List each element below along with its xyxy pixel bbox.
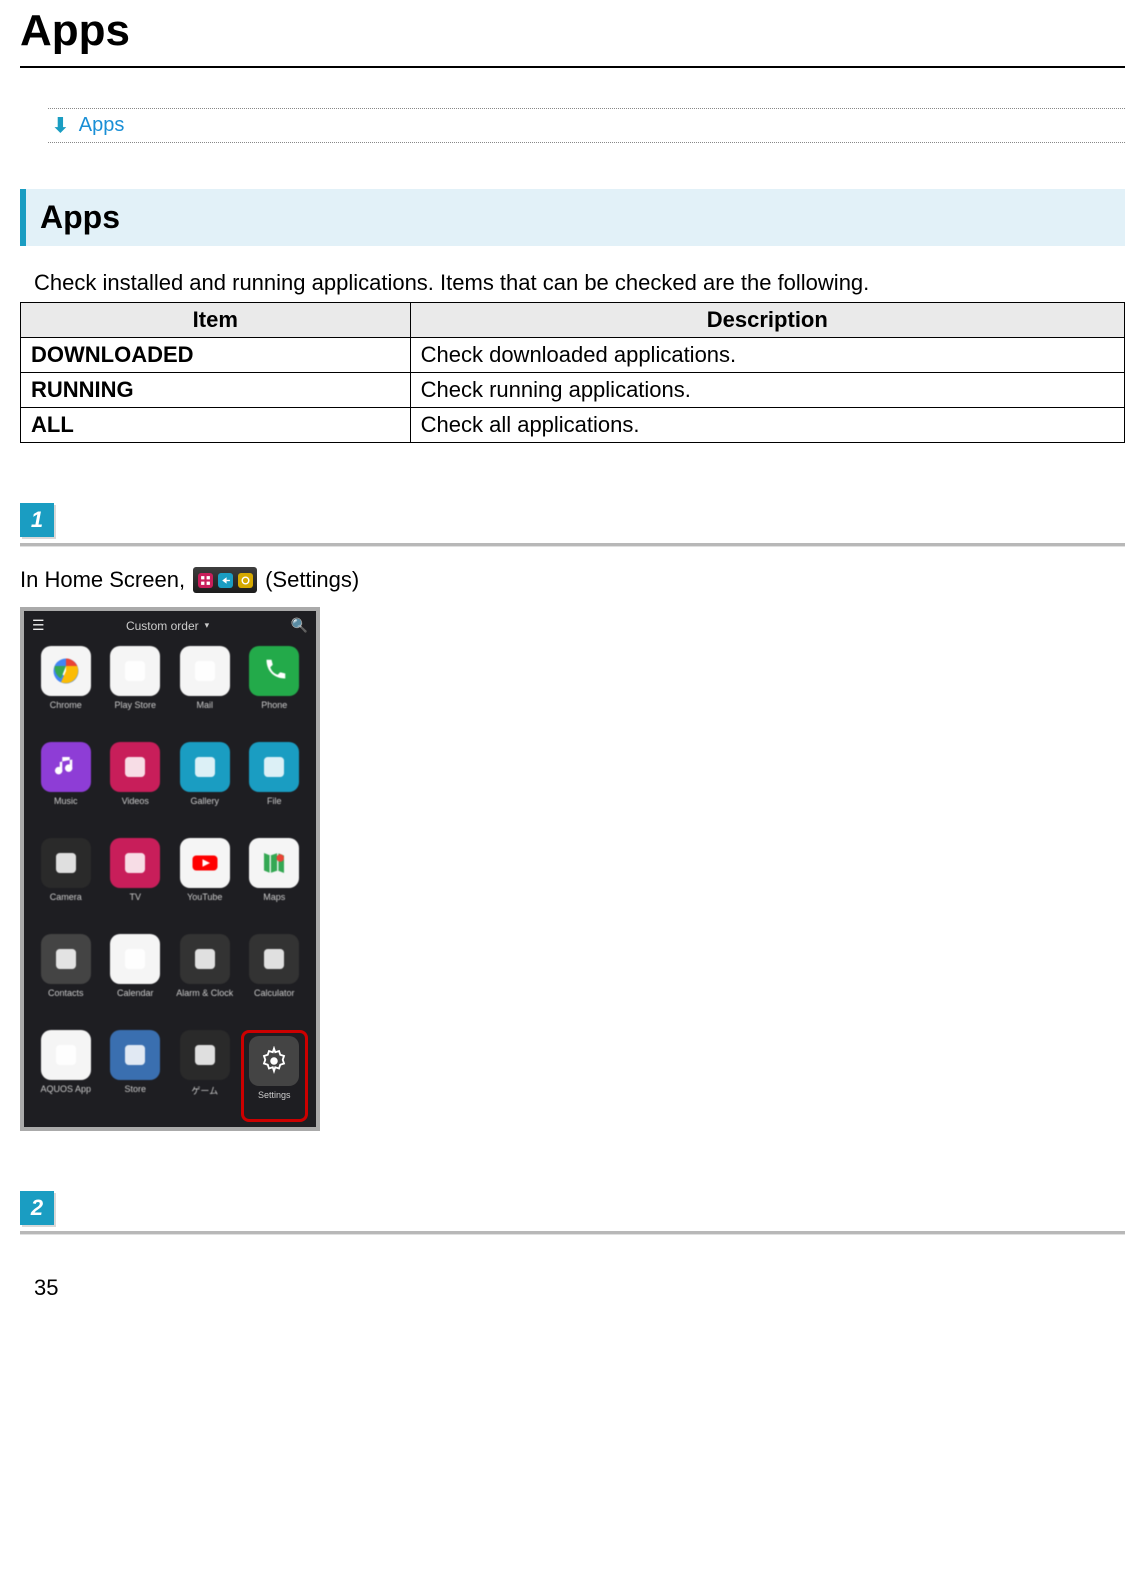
app-label: Calculator — [254, 988, 295, 998]
app-cell: Mail — [171, 646, 239, 738]
step-text-after: (Settings) — [265, 567, 359, 593]
app-label: Chrome — [50, 700, 82, 710]
app-cell: File — [241, 742, 309, 834]
aquos-app-icon — [41, 1030, 91, 1080]
alarm-&-clock-icon — [180, 934, 230, 984]
app-label: TV — [129, 892, 141, 902]
app-cell: Store — [102, 1030, 170, 1122]
mail-icon — [180, 646, 230, 696]
app-label: Play Store — [114, 700, 156, 710]
table-row: RUNNING Check running applications. — [21, 373, 1125, 408]
title-divider — [20, 66, 1125, 68]
app-label: Calendar — [117, 988, 154, 998]
table-row: DOWNLOADED Check downloaded applications… — [21, 338, 1125, 373]
music-icon — [41, 742, 91, 792]
maps-icon — [249, 838, 299, 888]
app-label: Store — [124, 1084, 146, 1094]
app-label: Music — [54, 796, 78, 806]
store-icon — [110, 1030, 160, 1080]
hamburger-icon: ☰ — [32, 617, 45, 634]
step-1-instruction: In Home Screen, (Settings) — [20, 567, 1125, 593]
app-label: Mail — [196, 700, 213, 710]
step-divider — [20, 543, 1125, 547]
table-cell-description: Check running applications. — [410, 373, 1124, 408]
app-cell: Play Store — [102, 646, 170, 738]
step-divider — [20, 1231, 1125, 1235]
page-number: 35 — [34, 1275, 1125, 1301]
app-label: YouTube — [187, 892, 222, 902]
play-store-icon — [110, 646, 160, 696]
chrome-icon — [41, 646, 91, 696]
app-cell: TV — [102, 838, 170, 930]
table-cell-item: DOWNLOADED — [21, 338, 411, 373]
app-cell: Calendar — [102, 934, 170, 1026]
app-cell: Camera — [32, 838, 100, 930]
section-header: Apps — [20, 189, 1125, 246]
section-heading: Apps — [40, 199, 1111, 236]
camera-icon — [41, 838, 91, 888]
app-label: Camera — [50, 892, 82, 902]
contacts-icon — [41, 934, 91, 984]
calendar-icon — [110, 934, 160, 984]
app-cell: Music — [32, 742, 100, 834]
table-cell-description: Check downloaded applications. — [410, 338, 1124, 373]
table-header-item: Item — [21, 303, 411, 338]
app-cell: Alarm & Clock — [171, 934, 239, 1026]
section-intro: Check installed and running applications… — [34, 270, 1125, 296]
app-cell: Chrome — [32, 646, 100, 738]
calculator-icon — [249, 934, 299, 984]
app-label: Phone — [261, 700, 287, 710]
ゲーム-icon — [180, 1030, 230, 1080]
app-cell: Maps — [241, 838, 309, 930]
phone-icon — [249, 646, 299, 696]
settings-icon — [249, 1036, 299, 1086]
app-cell: YouTube — [171, 838, 239, 930]
table-header-description: Description — [410, 303, 1124, 338]
app-cell: Videos — [102, 742, 170, 834]
table-row: ALL Check all applications. — [21, 408, 1125, 443]
file-icon — [249, 742, 299, 792]
step-text-before: In Home Screen, — [20, 567, 185, 593]
toc-link[interactable]: Apps — [79, 114, 125, 137]
videos-icon — [110, 742, 160, 792]
step-badge-2: 2 — [20, 1191, 54, 1225]
tv-icon — [110, 838, 160, 888]
app-label: Alarm & Clock — [176, 988, 233, 998]
app-cell: ゲーム — [171, 1030, 239, 1122]
phone-top-label: Custom order ▾ — [45, 619, 291, 633]
table-cell-description: Check all applications. — [410, 408, 1124, 443]
app-label: Maps — [263, 892, 285, 902]
page-dots: • • • — [24, 1124, 316, 1131]
app-label: Settings — [258, 1090, 291, 1100]
app-label: Videos — [122, 796, 149, 806]
search-icon: 🔍 — [291, 617, 308, 634]
app-cell: Calculator — [241, 934, 309, 1026]
app-label: Gallery — [190, 796, 219, 806]
table-cell-item: ALL — [21, 408, 411, 443]
app-label: ゲーム — [191, 1084, 218, 1097]
step-badge-1: 1 — [20, 503, 54, 537]
app-cell: Phone — [241, 646, 309, 738]
app-cell: Gallery — [171, 742, 239, 834]
app-label: File — [267, 796, 282, 806]
table-cell-item: RUNNING — [21, 373, 411, 408]
app-cell: Settings — [247, 1036, 303, 1100]
app-swipe-icon — [193, 567, 257, 593]
phone-screenshot: ☰ Custom order ▾ 🔍 Chrome Play Store Mail P… — [20, 607, 320, 1131]
toc-row[interactable]: ⬇ Apps — [48, 108, 1125, 143]
gallery-icon — [180, 742, 230, 792]
app-cell: Contacts — [32, 934, 100, 1026]
items-table: Item Description DOWNLOADED Check downlo… — [20, 302, 1125, 443]
down-arrow-icon: ⬇ — [52, 113, 69, 138]
app-label: AQUOS App — [40, 1084, 91, 1094]
page-title: Apps — [20, 6, 1125, 56]
youtube-icon — [180, 838, 230, 888]
app-cell: AQUOS App — [32, 1030, 100, 1122]
app-label: Contacts — [48, 988, 84, 998]
